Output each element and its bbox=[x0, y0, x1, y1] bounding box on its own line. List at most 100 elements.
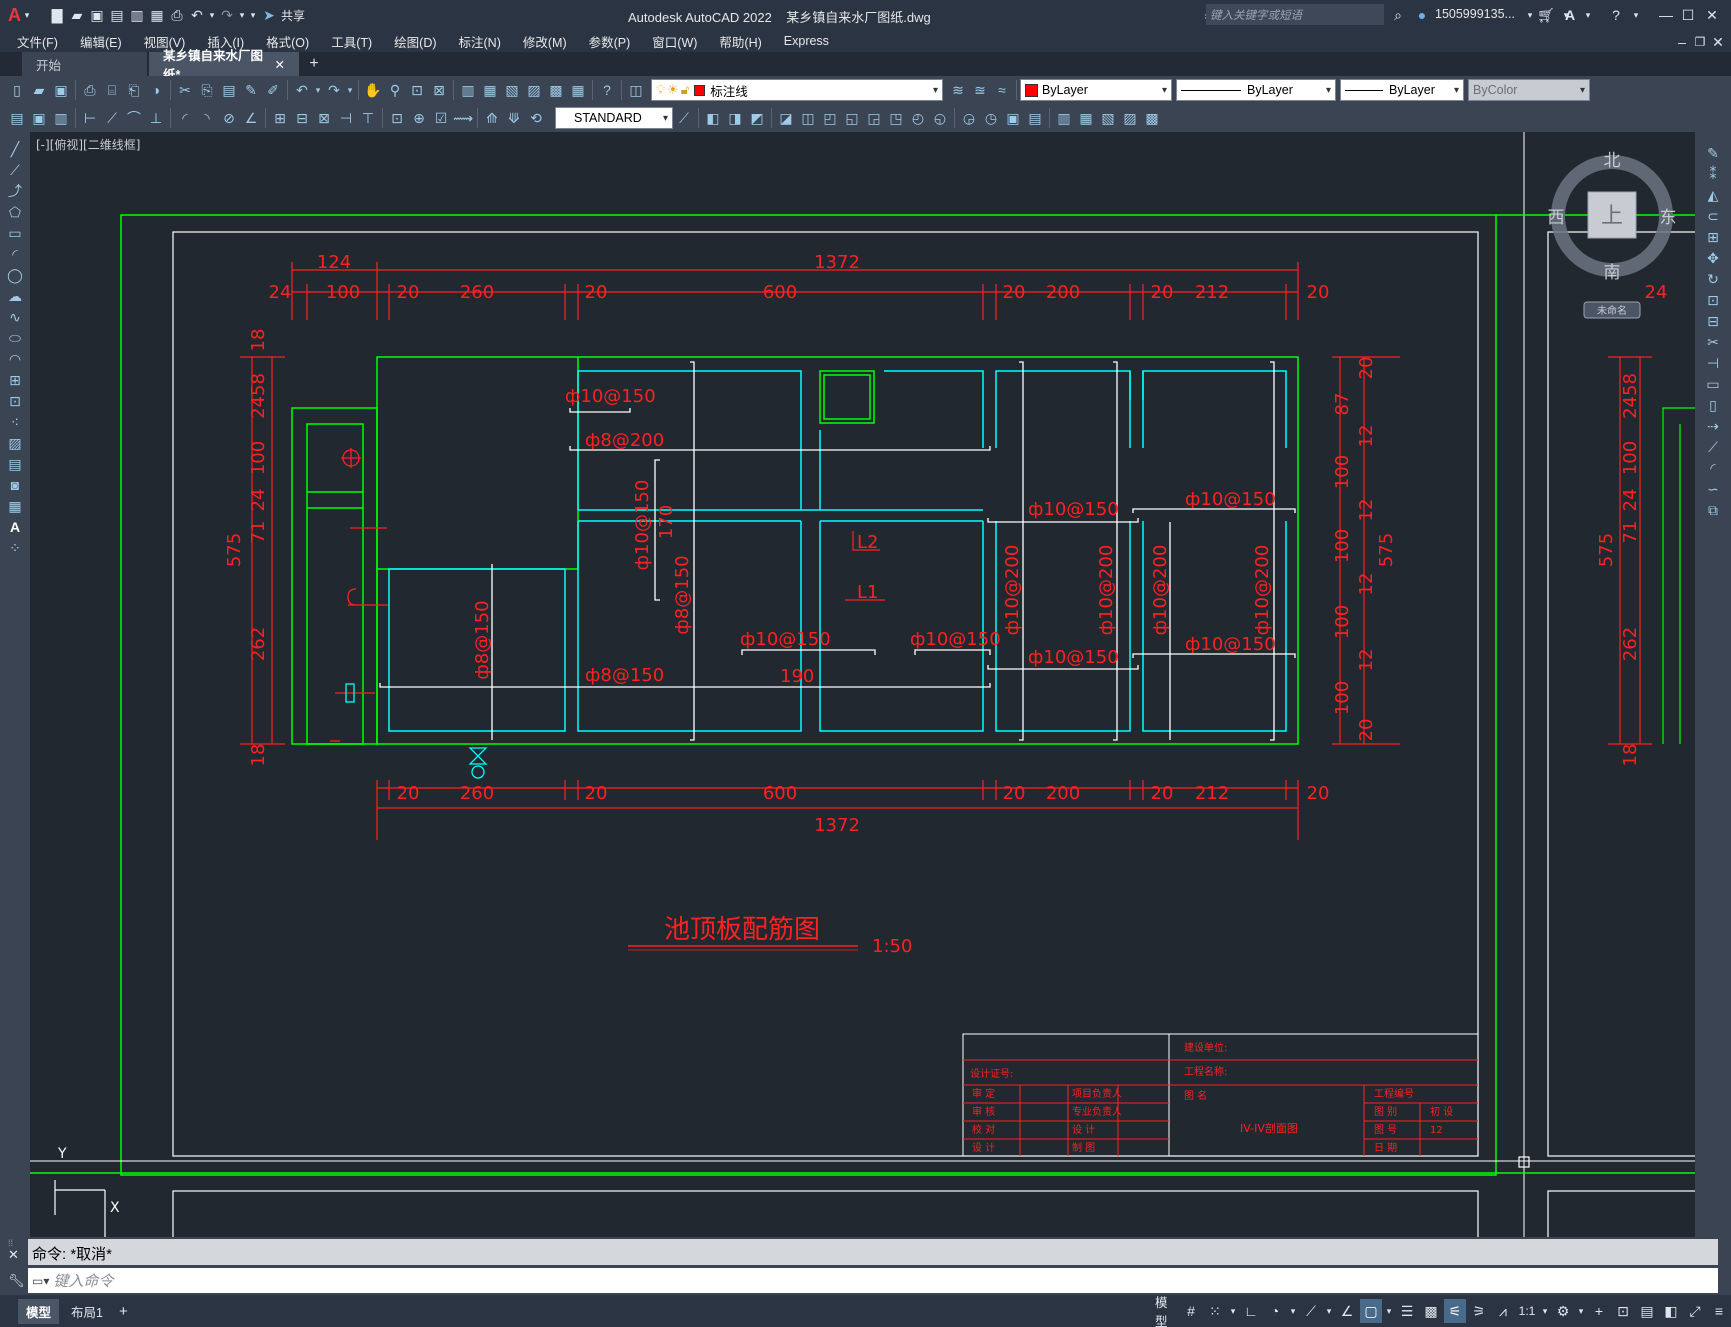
tab-close-icon[interactable]: ✕ bbox=[275, 57, 285, 72]
redo-icon[interactable]: ↷ bbox=[217, 5, 237, 25]
pan-icon[interactable]: ✋ bbox=[362, 79, 384, 101]
linetype-dropdown-icon[interactable]: ▾ bbox=[1326, 85, 1331, 96]
menu-help[interactable]: 帮助(H) bbox=[708, 32, 772, 51]
plotstyle-combo[interactable]: ByColor ▾ bbox=[1468, 79, 1590, 101]
region-icon[interactable]: ◙ bbox=[4, 474, 26, 495]
customization-icon[interactable]: ≡ bbox=[1708, 1299, 1730, 1323]
dimstyle-dropdown-icon[interactable]: ▾ bbox=[663, 113, 668, 124]
grid-icon[interactable]: # bbox=[1180, 1299, 1202, 1323]
command-close-icon[interactable]: ✕ bbox=[8, 1247, 19, 1263]
save-toolbar-icon[interactable]: ▣ bbox=[50, 79, 72, 101]
open-from-web-icon[interactable]: ▥ bbox=[127, 5, 147, 25]
save-icon[interactable]: ▣ bbox=[87, 5, 107, 25]
lineweight-combo[interactable]: ByLayer ▾ bbox=[1340, 79, 1464, 101]
dim-text-edit-icon[interactable]: ⟱ bbox=[503, 107, 525, 129]
command-input-box[interactable]: ▭▾ 键入命令 bbox=[28, 1268, 1718, 1293]
ellipse-icon[interactable]: ⬭ bbox=[4, 327, 26, 348]
calculator-icon[interactable]: ▦ bbox=[567, 79, 589, 101]
tool-palettes-icon[interactable]: ▧ bbox=[501, 79, 523, 101]
layer-properties-icon[interactable]: ◫ bbox=[625, 79, 647, 101]
tab-start[interactable]: 开始 bbox=[22, 52, 147, 76]
mtext-icon[interactable]: A bbox=[4, 516, 26, 537]
user-name[interactable]: 1505999135... bbox=[1435, 7, 1515, 21]
scale-icon[interactable]: ⊡ bbox=[1701, 289, 1725, 310]
dim-aligned-icon[interactable]: ⟋ bbox=[101, 107, 123, 129]
cut-icon[interactable]: ✂ bbox=[174, 79, 196, 101]
isodraft-dropdown-icon[interactable]: ▾ bbox=[1324, 1299, 1334, 1323]
help-dropdown-icon[interactable]: ▾ bbox=[1626, 5, 1646, 25]
maximize-icon[interactable]: ☐ bbox=[1678, 5, 1698, 25]
quick-properties-icon[interactable]: ▤ bbox=[1636, 1299, 1658, 1323]
menu-dimension[interactable]: 标注(N) bbox=[448, 32, 512, 51]
model-space-button[interactable]: 模型 bbox=[1151, 1296, 1178, 1327]
command-customize-icon[interactable]: 🔧︎ bbox=[8, 1273, 25, 1289]
modify-5-icon[interactable]: ◲ bbox=[863, 107, 885, 129]
publish-icon[interactable]: ⎗ bbox=[123, 79, 145, 101]
command-grip-icon[interactable]: ⁞⁞ bbox=[8, 1238, 13, 1248]
dim-angular-icon[interactable]: ∠ bbox=[240, 107, 262, 129]
dim-diameter-icon[interactable]: ⊘ bbox=[218, 107, 240, 129]
dim-radius-icon[interactable]: ◜ bbox=[174, 107, 196, 129]
minimize-icon[interactable]: — bbox=[1656, 5, 1676, 25]
autocad-logo-icon[interactable]: A bbox=[8, 5, 21, 26]
markup-icon[interactable]: ▩ bbox=[545, 79, 567, 101]
units-icon[interactable]: ⊡ bbox=[1612, 1299, 1634, 1323]
stretch-icon[interactable]: ⊟ bbox=[1701, 310, 1725, 331]
rectangle-icon[interactable]: ▭ bbox=[4, 222, 26, 243]
app-dropdown-icon[interactable]: ▾ bbox=[1578, 5, 1598, 25]
viewport-label[interactable]: [-][俯视][二维线框] bbox=[36, 137, 140, 152]
copy-icon[interactable]: ⎘ bbox=[196, 79, 218, 101]
layer-freeze-icon[interactable]: ☀ bbox=[667, 82, 679, 98]
plot-toolbar-icon[interactable]: ⎙ bbox=[79, 79, 101, 101]
annotation-scale-icon[interactable]: ⩘ bbox=[1492, 1299, 1514, 1323]
annotation-scale-dropdown-icon[interactable]: ▾ bbox=[1540, 1299, 1550, 1323]
menu-file[interactable]: 文件(F) bbox=[6, 32, 69, 51]
modify-6-icon[interactable]: ◳ bbox=[885, 107, 907, 129]
command-input[interactable]: 键入命令 bbox=[53, 1270, 113, 1291]
menu-format[interactable]: 格式(O) bbox=[255, 32, 320, 51]
share-label[interactable]: 共享 bbox=[281, 7, 305, 24]
menu-window[interactable]: 窗口(W) bbox=[641, 32, 708, 51]
revision-cloud-icon[interactable]: ☁ bbox=[4, 285, 26, 306]
polar-tracking-icon[interactable]: ◔ bbox=[1264, 1299, 1286, 1323]
undo-toolbar-icon[interactable]: ↶ bbox=[291, 79, 313, 101]
workspace-switch-icon[interactable]: ⚙ bbox=[1552, 1299, 1574, 1323]
modify-1-icon[interactable]: ◪ bbox=[775, 107, 797, 129]
color-combo[interactable]: ByLayer ▾ bbox=[1020, 79, 1172, 101]
make-current-layer-icon[interactable]: ≋ bbox=[947, 79, 969, 101]
offset-icon[interactable]: ⊂ bbox=[1701, 205, 1725, 226]
view-4-icon[interactable]: ▨ bbox=[1119, 107, 1141, 129]
explode-icon[interactable]: ⧉ bbox=[1701, 499, 1725, 520]
modify-8-icon[interactable]: ◵ bbox=[929, 107, 951, 129]
object-snap-tracking-icon[interactable]: ∠ bbox=[1336, 1299, 1358, 1323]
sheet-set-icon[interactable]: ▨ bbox=[523, 79, 545, 101]
extend-icon[interactable]: ⊣ bbox=[1701, 352, 1725, 373]
render-1-icon[interactable]: ◶ bbox=[958, 107, 980, 129]
help-toolbar-icon[interactable]: ? bbox=[596, 79, 618, 101]
help-icon[interactable]: ? bbox=[1606, 5, 1626, 25]
open-file-icon[interactable]: ▰ bbox=[67, 5, 87, 25]
blend-curves-icon[interactable]: ∽ bbox=[1701, 478, 1725, 499]
view-3-icon[interactable]: ▧ bbox=[1097, 107, 1119, 129]
trim-icon[interactable]: ✂ bbox=[1701, 331, 1725, 352]
object-snap-icon[interactable]: ▢ bbox=[1360, 1299, 1382, 1323]
workspace-icon[interactable]: ▤ bbox=[6, 107, 28, 129]
tolerance-icon[interactable]: ⊡ bbox=[386, 107, 408, 129]
app-menu-chevron-icon[interactable]: ▾ bbox=[21, 5, 33, 25]
ortho-icon[interactable]: ∟ bbox=[1240, 1299, 1262, 1323]
lineweight-dropdown-icon[interactable]: ▾ bbox=[1454, 85, 1459, 96]
menu-tools[interactable]: 工具(T) bbox=[320, 32, 383, 51]
point-icon[interactable]: ⁖ bbox=[4, 411, 26, 432]
snap-mode-icon[interactable]: ⁙ bbox=[1204, 1299, 1226, 1323]
doc-minimize-icon[interactable]: – bbox=[1672, 32, 1692, 52]
mirror-icon[interactable]: ◭ bbox=[1701, 184, 1725, 205]
layer-state-icon[interactable]: ≈ bbox=[991, 79, 1013, 101]
modify-2-icon[interactable]: ◫ bbox=[797, 107, 819, 129]
undo-toolbar-dropdown-icon[interactable]: ▾ bbox=[313, 79, 323, 101]
linetype-combo[interactable]: ByLayer ▾ bbox=[1176, 79, 1336, 101]
copy-object-icon[interactable]: ⁑ bbox=[1701, 163, 1725, 184]
dim-update-icon[interactable]: ⟲ bbox=[525, 107, 547, 129]
menu-parametric[interactable]: 参数(P) bbox=[578, 32, 642, 51]
annotation-visibility-icon[interactable]: ⚟ bbox=[1444, 1299, 1466, 1323]
layer-lock-icon[interactable]: 🔓︎ bbox=[681, 82, 689, 98]
